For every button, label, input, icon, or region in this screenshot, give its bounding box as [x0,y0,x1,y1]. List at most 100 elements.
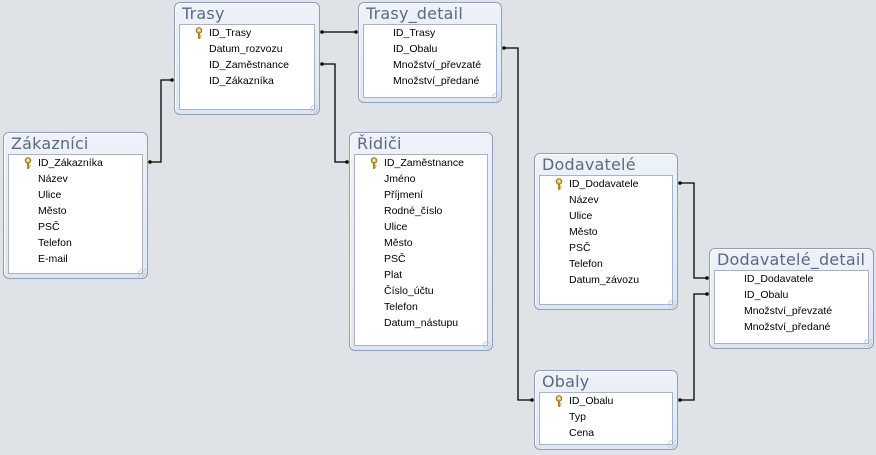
field-list[interactable]: ID_Trasy Datum_rozvozu ID_Zaměstnance ID_Zá… [179,24,315,110]
field-e-mail[interactable]: E-mail [9,251,142,267]
resize-handle[interactable] [668,300,676,308]
field-mnozstvi-predane[interactable]: Množství_předané [715,319,868,335]
field-telefon[interactable]: Telefon [540,256,672,272]
relationship-line[interactable] [322,63,347,163]
table-zakaznici[interactable]: Zákazníci ID_Zákazníka Název Ulice Město PSČ T… [3,132,148,279]
relationship-end [320,62,324,66]
field-ulice[interactable]: Ulice [355,219,487,235]
relationship-line[interactable] [680,182,707,279]
relationship-line[interactable] [680,293,707,401]
table-trasy-detail[interactable]: Trasy_detail ID_Trasy ID_Obalu Množství_pře… [358,2,502,103]
field-id-trasy[interactable]: ID_Trasy [180,25,314,41]
table-dodavatele-detail[interactable]: Dodavatelé_detail ID_Dodavatele ID_Obalu Mn… [709,248,874,349]
field-label: Typ [569,411,586,423]
field-label: ID_Zákazníka [38,157,103,169]
field-label: Telefon [384,301,418,313]
field-id-obalu[interactable]: ID_Obalu [364,41,496,57]
field-label: Příjmení [384,189,424,201]
field-label: Množství_předané [744,321,831,333]
field-label: Datum_rozvozu [209,43,283,55]
field-mnozstvi-prevzate[interactable]: Množství_převzaté [715,303,868,319]
field-label: ID_Dodavatele [744,273,814,285]
field-id-dodavatele[interactable]: ID_Dodavatele [540,176,672,192]
field-telefon[interactable]: Telefon [9,235,142,251]
field-ulice[interactable]: Ulice [540,208,672,224]
field-cislo-uctu[interactable]: Číslo_účtu [355,283,487,299]
table-title: Zákazníci [11,134,89,153]
field-label: PSČ [384,253,406,265]
field-id-zakaznika[interactable]: ID_Zákazníka [180,73,314,89]
field-mesto[interactable]: Město [540,224,672,240]
field-id-zakaznika[interactable]: ID_Zákazníka [9,155,142,171]
field-datum-nastupu[interactable]: Datum_nástupu [355,315,487,331]
relationship-end [678,181,682,185]
relationship-end [320,30,324,34]
table-title: Obaly [542,372,590,391]
table-ridici[interactable]: Řidiči ID_Zaměstnance Jméno Příjmení Rodné_č… [349,132,493,351]
field-list[interactable]: ID_Zaměstnance Jméno Příjmení Rodné_číslo Ul… [354,154,488,346]
field-list[interactable]: ID_Dodavatele Název Ulice Město PSČ Telefon Da… [539,175,673,305]
field-mnozstvi-predane[interactable]: Množství_předané [364,73,496,89]
field-id-dodavatele[interactable]: ID_Dodavatele [715,271,868,287]
field-label: ID_Obalu [569,395,614,407]
field-id-zamestnance[interactable]: ID_Zaměstnance [355,155,487,171]
field-label: E-mail [38,253,68,265]
relationship-line[interactable] [504,47,532,401]
resize-handle[interactable] [492,93,500,101]
field-nazev[interactable]: Název [9,171,142,187]
field-list[interactable]: ID_Zákazníka Název Ulice Město PSČ Telefon E-m… [8,154,143,274]
field-mesto[interactable]: Město [9,203,142,219]
field-id-obalu[interactable]: ID_Obalu [540,393,672,409]
field-label: Množství_předané [393,75,480,87]
field-label: ID_Zaměstnance [209,59,289,71]
field-datum-zavozu[interactable]: Datum_závozu [540,272,672,288]
field-label: Město [38,205,67,217]
field-jmeno[interactable]: Jméno [355,171,487,187]
resize-handle[interactable] [483,341,491,349]
field-label: Plat [384,269,403,281]
field-rodne-cislo[interactable]: Rodné_číslo [355,203,487,219]
field-id-zamestnance[interactable]: ID_Zaměstnance [180,57,314,73]
field-label: PSČ [38,221,60,233]
field-mnozstvi-prevzate[interactable]: Množství_převzaté [364,57,496,73]
field-label: Telefon [38,237,72,249]
field-label: ID_Trasy [393,27,436,39]
field-list[interactable]: ID_Obalu Typ Cena [539,392,673,445]
field-nazev[interactable]: Název [540,192,672,208]
field-prijmeni[interactable]: Příjmení [355,187,487,203]
relationship-line[interactable] [150,79,172,163]
field-psc[interactable]: PSČ [9,219,142,235]
field-label: Množství_převzaté [744,305,833,317]
field-cena[interactable]: Cena [540,425,672,441]
resize-handle[interactable] [668,440,676,448]
table-dodavatele[interactable]: Dodavatelé ID_Dodavatele Název Ulice Město PS… [534,153,678,310]
field-psc[interactable]: PSČ [540,240,672,256]
field-id-trasy[interactable]: ID_Trasy [364,25,496,41]
field-label: ID_Zákazníka [209,75,274,87]
key-icon [369,157,379,169]
field-plat[interactable]: Plat [355,267,487,283]
field-datum-rozvozu[interactable]: Datum_rozvozu [180,41,314,57]
field-list[interactable]: ID_Dodavatele ID_Obalu Množství_převzaté Mn… [714,270,869,344]
field-typ[interactable]: Typ [540,409,672,425]
field-label: Město [569,226,598,238]
field-label: Ulice [384,221,408,233]
resize-handle[interactable] [138,269,146,277]
relationship-end [148,160,152,164]
resize-handle[interactable] [310,105,318,113]
field-label: Jméno [384,173,416,185]
field-id-obalu[interactable]: ID_Obalu [715,287,868,303]
field-label: Název [38,173,68,185]
table-trasy[interactable]: Trasy ID_Trasy Datum_rozvozu ID_Zaměstnance… [174,2,320,115]
field-label: Název [569,194,599,206]
field-label: Cena [569,427,595,439]
field-telefon[interactable]: Telefon [355,299,487,315]
table-obaly[interactable]: Obaly ID_Obalu Typ Cena [534,370,678,450]
field-ulice[interactable]: Ulice [9,187,142,203]
field-list[interactable]: ID_Trasy ID_Obalu Množství_převzaté Množstv… [363,24,497,98]
key-icon [554,178,564,190]
field-psc[interactable]: PSČ [355,251,487,267]
key-icon [23,157,33,169]
field-mesto[interactable]: Město [355,235,487,251]
resize-handle[interactable] [864,339,872,347]
